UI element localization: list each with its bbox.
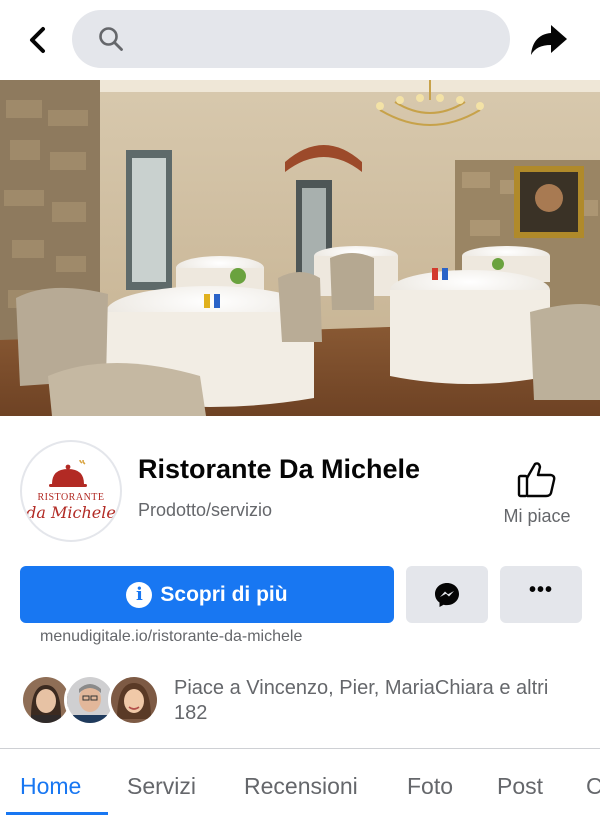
tab-reviews[interactable]: Recensioni bbox=[244, 773, 358, 800]
tab-more-truncated[interactable]: C bbox=[586, 773, 600, 800]
messenger-icon bbox=[435, 582, 459, 607]
learn-more-button[interactable]: i Scopri di più bbox=[20, 566, 394, 623]
share-arrow-icon bbox=[531, 25, 567, 55]
website-link[interactable]: menudigitale.io/ristorante-da-michele bbox=[40, 628, 302, 646]
cloche-icon bbox=[49, 460, 87, 487]
search-input[interactable] bbox=[136, 27, 496, 51]
cover-photo[interactable] bbox=[0, 80, 600, 416]
like-label: Mi piace bbox=[503, 506, 571, 526]
search-icon bbox=[99, 27, 123, 51]
tab-posts[interactable]: Post bbox=[497, 773, 543, 800]
friend-avatars[interactable] bbox=[20, 674, 160, 730]
profile-section: RISTORANTE da Michele Ristorante Da Mich… bbox=[0, 416, 600, 816]
info-icon: i bbox=[126, 581, 153, 608]
share-button[interactable] bbox=[526, 20, 572, 60]
logo-text-top: RISTORANTE bbox=[37, 492, 105, 503]
chevron-left-icon bbox=[30, 27, 45, 53]
likes-summary[interactable]: Piace a Vincenzo, Pier, MariaChiara e al… bbox=[174, 676, 584, 726]
page-title: Ristorante Da Michele bbox=[138, 454, 421, 484]
learn-more-label: Scopri di più bbox=[160, 582, 288, 606]
page-avatar[interactable]: RISTORANTE da Michele bbox=[20, 440, 122, 542]
more-dots-icon: ••• bbox=[528, 579, 553, 601]
page-category: Prodotto/servizio bbox=[138, 500, 273, 520]
tab-photos[interactable]: Foto bbox=[407, 773, 453, 800]
friend-avatar bbox=[108, 674, 160, 726]
top-bar bbox=[0, 0, 600, 80]
thumbs-up-icon bbox=[517, 462, 556, 498]
messenger-button[interactable] bbox=[406, 566, 488, 623]
page-tabs: Home Servizi Recensioni Foto Post C bbox=[0, 749, 600, 816]
tab-home[interactable]: Home bbox=[20, 773, 81, 800]
back-button[interactable] bbox=[22, 20, 54, 60]
active-tab-indicator bbox=[6, 812, 108, 815]
like-page-button[interactable]: Mi piace bbox=[490, 460, 584, 540]
logo-text-main: da Michele bbox=[26, 503, 116, 522]
tab-services[interactable]: Servizi bbox=[127, 773, 196, 800]
search-bar[interactable] bbox=[72, 10, 510, 68]
more-options-button[interactable]: ••• bbox=[500, 566, 582, 623]
